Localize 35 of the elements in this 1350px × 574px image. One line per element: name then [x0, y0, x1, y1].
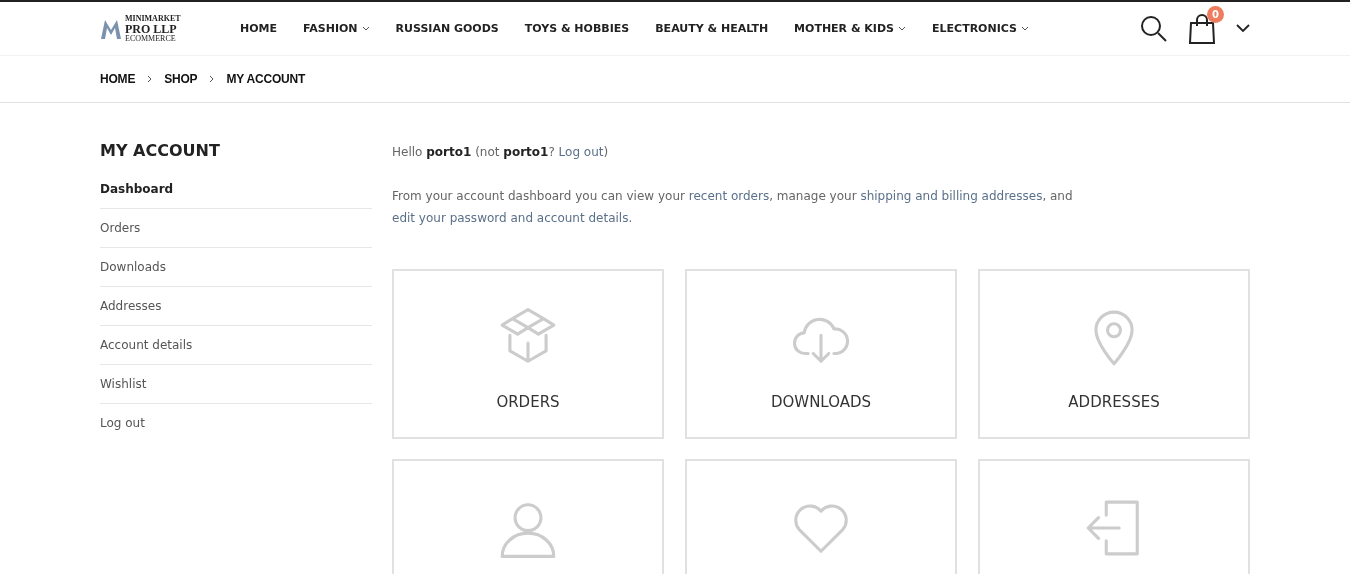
- sidebar-item[interactable]: Orders: [100, 209, 372, 248]
- chevron-right-icon: [209, 75, 215, 83]
- nav-link[interactable]: RUSSIAN GOODS: [395, 22, 499, 35]
- search-icon[interactable]: [1140, 14, 1168, 43]
- sidebar-item[interactable]: Downloads: [100, 248, 372, 287]
- breadcrumb-link[interactable]: MY ACCOUNT: [226, 72, 306, 86]
- sidebar-item[interactable]: Log out: [100, 404, 372, 443]
- intro-text: From your account dashboard you can view your recent orders, manage your shipping and billing addresses, and edit your password and account details.: [392, 188, 1074, 227]
- breadcrumb-link[interactable]: HOME: [100, 72, 136, 86]
- nav-link[interactable]: MOTHER & KIDS: [794, 22, 906, 35]
- sidebar-item[interactable]: Account details: [100, 326, 372, 365]
- breadcrumb-link[interactable]: SHOP: [164, 72, 198, 86]
- greeting-text: Hello porto1 (not porto1? Log out): [392, 144, 610, 161]
- chevron-right-icon: [147, 75, 153, 83]
- nav-link[interactable]: ELECTRONICS: [932, 22, 1029, 35]
- nav-link[interactable]: HOME: [240, 22, 278, 35]
- cart-count-badge: 0: [1207, 5, 1224, 23]
- nav-link[interactable]: FASHION: [303, 22, 370, 35]
- nav-link[interactable]: BEAUTY & HEALTH: [655, 22, 769, 35]
- logo-tagline: ECOMMERCE: [125, 34, 177, 43]
- chevron-down-icon: [898, 26, 906, 31]
- text-link[interactable]: Log out: [558, 145, 604, 159]
- sidebar-item[interactable]: Wishlist: [100, 365, 372, 404]
- chevron-down-icon[interactable]: [1236, 24, 1250, 33]
- dashboard-card[interactable]: DOWNLOADS: [685, 269, 957, 439]
- sidebar-title: MY ACCOUNT: [100, 141, 221, 160]
- sidebar-item[interactable]: Dashboard: [100, 170, 372, 209]
- chevron-down-icon: [1020, 26, 1029, 31]
- logo-text: PRO LLP: [125, 22, 178, 35]
- dashboard-card[interactable]: ORDERS: [392, 269, 664, 439]
- dashboard-card[interactable]: ADDRESSES: [978, 269, 1250, 439]
- nav-link[interactable]: TOYS & HOBBIES: [524, 22, 630, 35]
- chevron-down-icon: [361, 26, 370, 31]
- logo-text: MINIMARKET: [125, 14, 181, 23]
- sidebar-item[interactable]: Addresses: [100, 287, 372, 326]
